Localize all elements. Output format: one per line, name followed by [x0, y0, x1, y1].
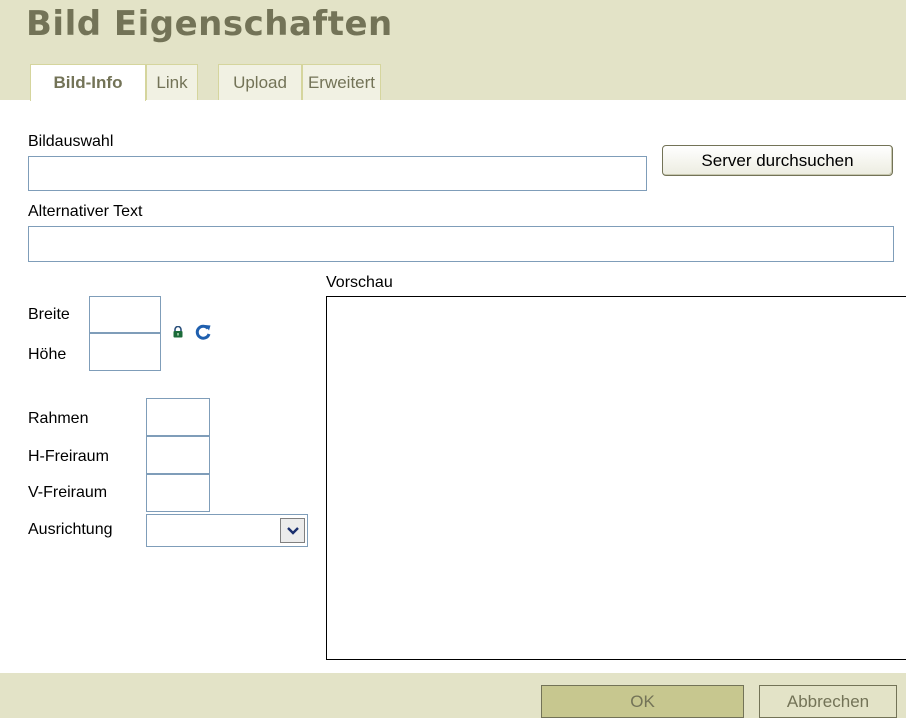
rahmen-label: Rahmen	[28, 410, 89, 427]
cancel-button[interactable]: Abbrechen	[759, 685, 897, 718]
v-freiraum-label: V-Freiraum	[28, 484, 108, 501]
ausrichtung-select[interactable]	[146, 514, 308, 547]
reset-size-icon[interactable]	[193, 322, 213, 347]
tab-bild-info[interactable]: Bild-Info	[30, 64, 146, 101]
breite-label: Breite	[28, 306, 70, 323]
breite-input[interactable]	[89, 296, 161, 333]
ausrichtung-label: Ausrichtung	[28, 521, 113, 538]
h-freiraum-input[interactable]	[146, 436, 210, 474]
dropdown-arrow-button[interactable]	[280, 518, 305, 543]
dialog-title: Bild Eigenschaften	[26, 4, 393, 44]
chevron-down-icon	[286, 526, 299, 535]
bildauswahl-input[interactable]	[28, 156, 647, 191]
hoehe-input[interactable]	[89, 333, 161, 371]
dialog-header: Bild Eigenschaften Bild-Info Link Upload…	[0, 0, 906, 101]
bildauswahl-label: Bildauswahl	[28, 133, 114, 150]
tab-link[interactable]: Link	[146, 64, 198, 100]
ok-button[interactable]: OK	[541, 685, 744, 718]
hoehe-label: Höhe	[28, 346, 67, 363]
lock-icon[interactable]	[172, 325, 184, 343]
v-freiraum-input[interactable]	[146, 474, 210, 512]
tab-upload[interactable]: Upload	[218, 64, 302, 100]
tab-erweitert[interactable]: Erweitert	[302, 64, 381, 100]
h-freiraum-label: H-Freiraum	[28, 448, 109, 465]
rahmen-input[interactable]	[146, 398, 210, 436]
alt-text-input[interactable]	[28, 226, 894, 262]
server-durchsuchen-button[interactable]: Server durchsuchen	[662, 145, 893, 176]
image-preview	[326, 296, 906, 660]
preview-label: Vorschau	[326, 274, 393, 291]
alt-text-label: Alternativer Text	[28, 203, 143, 220]
